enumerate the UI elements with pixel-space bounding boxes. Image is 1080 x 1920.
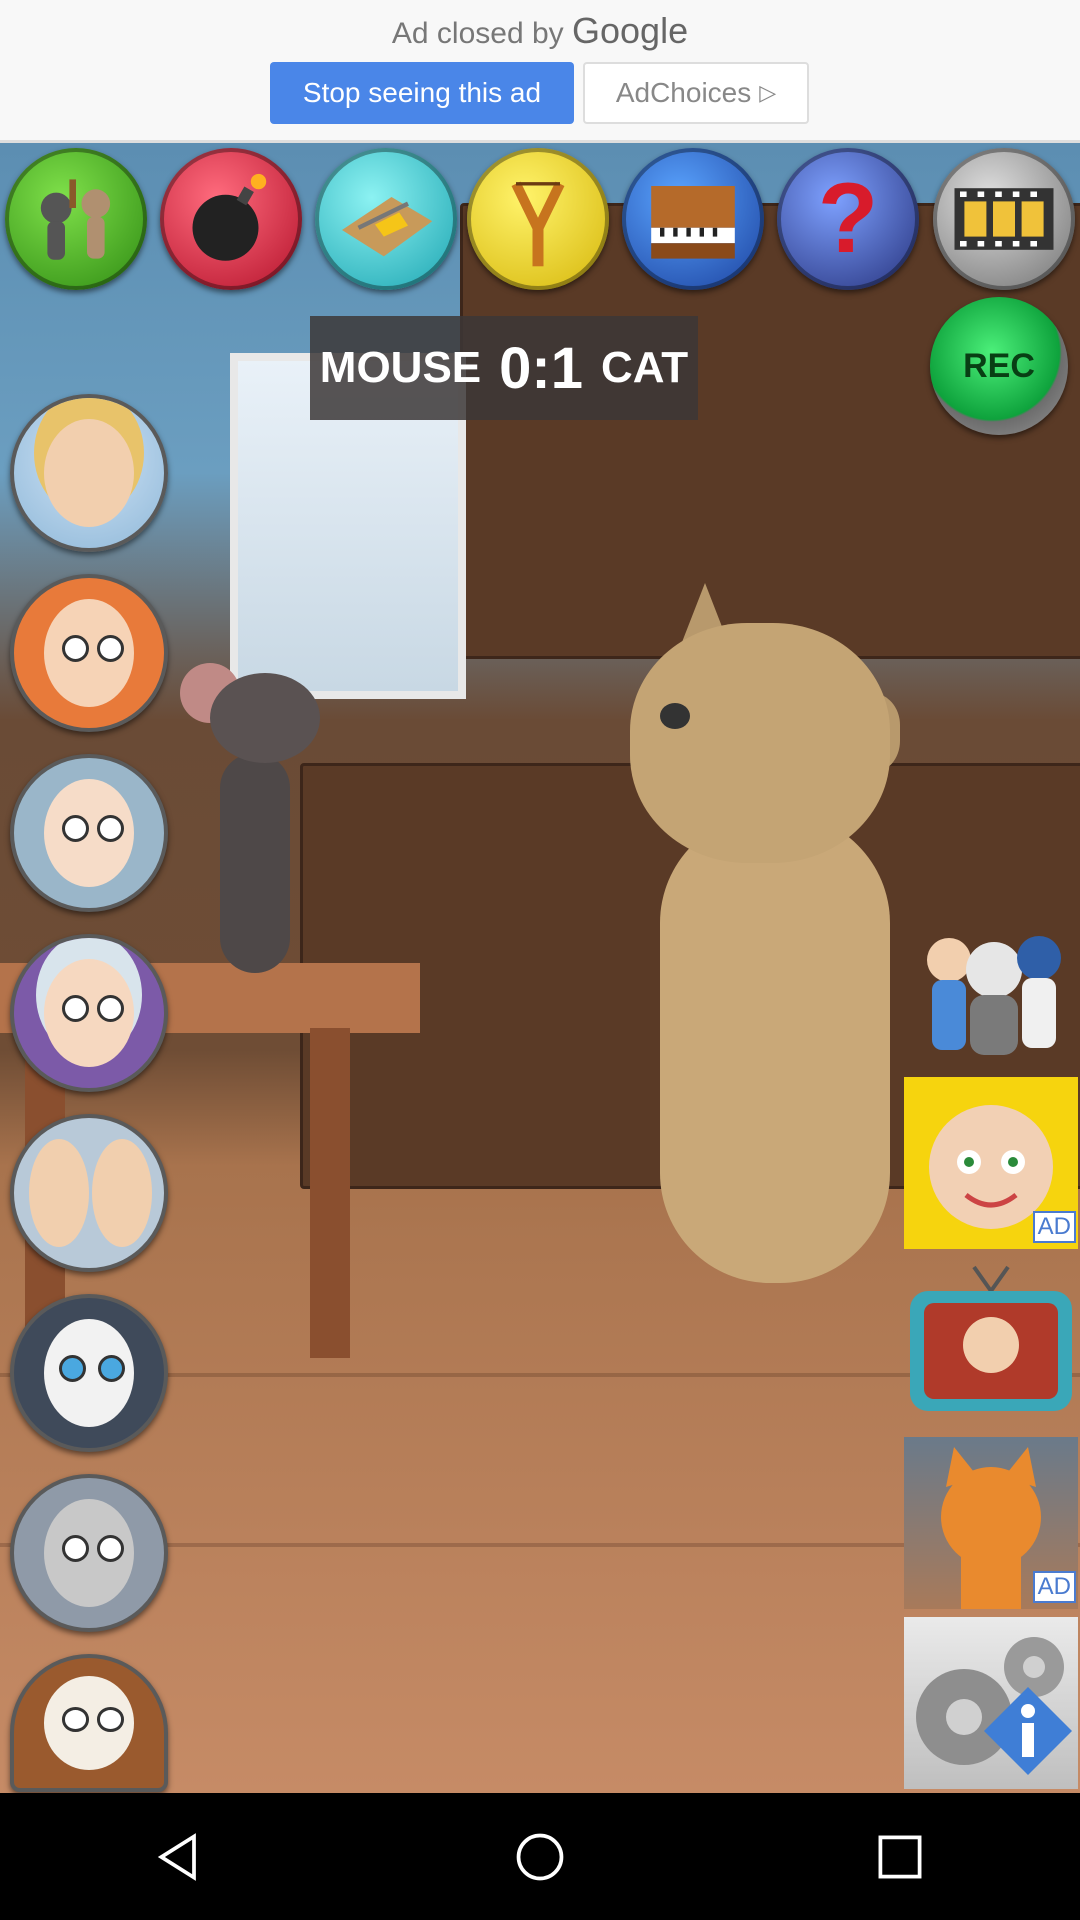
adchoices-label: AdChoices bbox=[615, 77, 752, 108]
navigation-bar bbox=[0, 1793, 1080, 1920]
cat-label: CAT bbox=[601, 343, 689, 392]
character-winter-baby[interactable] bbox=[10, 934, 168, 1092]
help-button[interactable]: ? bbox=[777, 148, 919, 290]
cat-game-ad[interactable]: AD bbox=[904, 1437, 1078, 1609]
record-label: REC bbox=[963, 346, 1035, 385]
cat-head bbox=[630, 623, 890, 863]
eye bbox=[59, 1355, 86, 1382]
ad-badge: AD bbox=[1032, 1211, 1076, 1243]
bomb-button[interactable] bbox=[160, 148, 302, 290]
character-singer-fairy[interactable] bbox=[10, 394, 168, 552]
twin-face bbox=[92, 1139, 152, 1247]
settings-info-icon bbox=[916, 1637, 1072, 1775]
slingshot-icon bbox=[511, 181, 565, 267]
svg-text:?: ? bbox=[818, 164, 878, 273]
eye bbox=[96, 1535, 124, 1562]
score-value: 0:1 bbox=[499, 335, 583, 402]
mouse-body bbox=[220, 753, 290, 973]
cat-character[interactable] bbox=[600, 583, 940, 1383]
eye bbox=[62, 995, 89, 1022]
character-hippo[interactable] bbox=[10, 1474, 168, 1632]
eye bbox=[62, 1707, 89, 1732]
adchoices-button[interactable]: AdChoices ▷ bbox=[583, 62, 809, 124]
settings-info-button[interactable] bbox=[904, 1617, 1078, 1789]
film-button[interactable] bbox=[933, 148, 1075, 290]
eye bbox=[62, 815, 89, 842]
record-button[interactable]: REC bbox=[930, 297, 1068, 435]
mouse-score: 0 bbox=[499, 335, 532, 401]
recents-button[interactable] bbox=[860, 1817, 940, 1897]
score-board: MOUSE 0:1 CAT bbox=[310, 316, 698, 420]
cat-score: 1 bbox=[550, 335, 584, 401]
cat-torso bbox=[660, 813, 890, 1283]
home-button[interactable] bbox=[500, 1817, 580, 1897]
character-baby-boy[interactable] bbox=[10, 754, 168, 912]
ad-closed-text: Ad closed by Google bbox=[391, 10, 689, 51]
eye bbox=[62, 635, 89, 662]
character-cat[interactable] bbox=[10, 1294, 168, 1452]
back-icon bbox=[157, 1832, 196, 1881]
eye bbox=[62, 1535, 89, 1562]
back-button[interactable] bbox=[140, 1817, 220, 1897]
eye bbox=[96, 635, 124, 662]
character-twin-babies[interactable] bbox=[10, 1114, 168, 1272]
tv-button[interactable] bbox=[904, 1257, 1078, 1429]
mousetrap-button[interactable] bbox=[315, 148, 457, 290]
cat-nose bbox=[660, 703, 690, 729]
mouse-character[interactable] bbox=[180, 663, 340, 983]
eye bbox=[96, 995, 124, 1022]
score-separator: : bbox=[531, 335, 551, 401]
google-brand: Google bbox=[572, 10, 689, 51]
ad-badge: AD bbox=[1032, 1571, 1076, 1603]
friends-group-button[interactable] bbox=[904, 900, 1078, 1072]
table-leg bbox=[310, 1028, 350, 1358]
baby-app-ad[interactable]: AD bbox=[904, 1077, 1078, 1249]
eye bbox=[98, 1355, 125, 1382]
character-redhead-girl[interactable] bbox=[10, 574, 168, 732]
fairy-face bbox=[44, 419, 134, 527]
friends-group-icon bbox=[927, 936, 1061, 1055]
eye bbox=[96, 1707, 124, 1732]
stop-seeing-ad-button[interactable]: Stop seeing this ad bbox=[270, 62, 574, 124]
bomb-icon bbox=[192, 173, 267, 261]
piano-button[interactable] bbox=[622, 148, 764, 290]
mouse-head bbox=[210, 673, 320, 763]
piano-icon bbox=[651, 186, 735, 259]
mousetrap-icon bbox=[342, 197, 433, 257]
tv-icon bbox=[910, 1265, 1072, 1411]
home-icon bbox=[516, 1833, 564, 1880]
film-icon bbox=[954, 188, 1054, 250]
recents-icon bbox=[878, 1835, 922, 1878]
adchoices-icon: ▷ bbox=[759, 80, 777, 105]
twin-face bbox=[29, 1139, 89, 1247]
ad-banner: Ad closed by Google Stop seeing this ad … bbox=[0, 0, 1080, 143]
fighters-icon bbox=[40, 179, 111, 260]
fight-button[interactable] bbox=[5, 148, 147, 290]
question-icon: ? bbox=[818, 164, 878, 273]
mouse-label: MOUSE bbox=[319, 343, 482, 392]
eye bbox=[96, 815, 124, 842]
slingshot-button[interactable] bbox=[467, 148, 609, 290]
